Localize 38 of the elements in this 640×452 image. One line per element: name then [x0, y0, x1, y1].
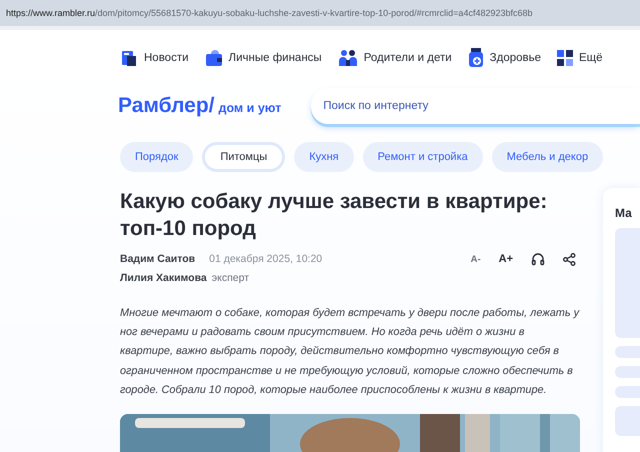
nav-link[interactable]: Личные финансы	[204, 49, 322, 67]
category-tab[interactable]: Питомцы	[202, 142, 286, 172]
sidebar-title: Ма	[615, 206, 633, 220]
expert-role: эксперт	[212, 272, 250, 284]
grid-icon	[557, 50, 574, 66]
nav-link[interactable]: Ещё	[557, 50, 603, 66]
nav-label: Родители и дети	[364, 52, 452, 64]
placeholder-block	[615, 406, 640, 436]
nav-label: Новости	[144, 52, 189, 64]
nav-link[interactable]: Здоровье	[468, 48, 542, 68]
logo[interactable]: Рамблер/ дом и уют	[118, 94, 282, 118]
category-tab[interactable]: Порядок	[120, 142, 194, 172]
people-icon	[338, 49, 358, 67]
font-decrease-button[interactable]: A-	[470, 254, 481, 264]
medicine-jar-icon	[468, 48, 484, 68]
nav-link[interactable]: Родители и дети	[338, 49, 452, 67]
nav-label: Ещё	[579, 52, 603, 64]
search-field[interactable]: Поиск по интернету	[311, 88, 640, 124]
author-name: Вадим Саитов	[120, 253, 196, 265]
newspaper-icon	[120, 49, 138, 67]
category-tab[interactable]: Ремонт и стройка	[362, 142, 483, 172]
nav-link[interactable]: Новости	[120, 49, 189, 67]
nav-label: Личные финансы	[228, 52, 322, 64]
share-button[interactable]	[563, 252, 576, 266]
placeholder-block	[615, 366, 640, 378]
expert-name: Лилия Хакимова	[120, 272, 207, 284]
font-increase-button[interactable]: A+	[498, 253, 513, 265]
category-tab[interactable]: Мебель и декор	[492, 142, 604, 172]
publish-date: 01 декабря 2025, 10:20	[209, 253, 322, 265]
article-lead: Многие мечтают о собаке, которая будет встречать у двери после работы, лежать у ног вечерами и радовать своим присутствием. Но когда речь идёт о жизни в квартире, важно выбрать породу, действительно комфортно чувствующую себя в ограниченном пространстве и не требующую условий, которые сложно обеспечить в городе. Собрали 10 пород, которые наиболее приспособлены к жизни в квартире.	[120, 306, 580, 398]
placeholder-block	[615, 346, 640, 358]
article-title: Какую собаку лучше завести в квартире: топ-10 пород	[120, 189, 548, 242]
category-tab[interactable]: Кухня	[294, 142, 354, 172]
placeholder-block	[615, 386, 640, 398]
wallet-icon	[204, 49, 223, 67]
headphones-button[interactable]	[531, 252, 545, 266]
nav-label: Здоровье	[490, 52, 542, 64]
address-bar[interactable]: https://www.rambler.ru/dom/pitomcy/55681570-kakuyu-sobaku-luchshe-zavesti-v-kvartire-top-10-porod/#rcmrclid=a4cf482923bfc68b	[0, 0, 640, 30]
